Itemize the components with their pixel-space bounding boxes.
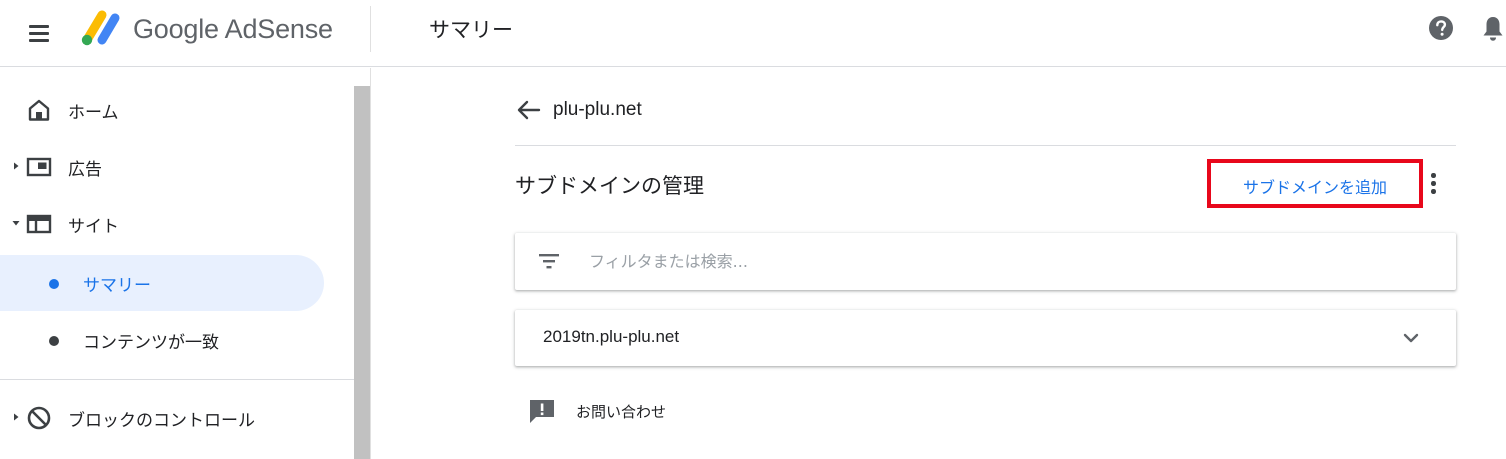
block-icon [27, 406, 51, 430]
filter-search-input[interactable] [589, 247, 1389, 275]
sidebar-item-label: サマリー [83, 276, 151, 296]
notifications-bell-icon[interactable] [1480, 14, 1506, 44]
section-title: サブドメインの管理 [515, 174, 704, 198]
sidebar-item-home[interactable]: ホーム [0, 82, 350, 138]
sidebar-scrollbar[interactable] [354, 86, 370, 459]
sidebar-item-label: ブロックのコントロール [68, 411, 255, 431]
sidebar-item-matched-content[interactable]: コンテンツが一致 [0, 312, 350, 368]
sidebar-divider [0, 379, 354, 380]
sidebar-nav: ホーム 広告 サイト サマリー コンテンツが一致 ブロックのコントロール [0, 68, 371, 459]
sidebar-item-label: ホーム [68, 103, 119, 123]
chevron-down-icon[interactable] [1399, 328, 1423, 348]
sites-icon [26, 214, 52, 234]
feedback-label: お問い合わせ [576, 403, 667, 421]
main-menu-button[interactable] [22, 20, 52, 46]
subdomain-row[interactable]: 2019tn.plu-plu.net [515, 310, 1456, 366]
adsense-logo-icon [81, 10, 120, 46]
help-icon[interactable] [1427, 14, 1455, 42]
sidebar-item-blocking-controls[interactable]: ブロックのコントロール [0, 390, 350, 446]
header-divider [370, 6, 371, 52]
feedback-link[interactable]: お問い合わせ [528, 396, 728, 426]
sidebar-item-label: サイト [68, 217, 119, 237]
home-icon [28, 99, 50, 121]
sidebar-item-label: コンテンツが一致 [83, 333, 219, 353]
add-subdomain-button[interactable]: サブドメインを追加 [1207, 159, 1423, 208]
bullet-icon [49, 336, 59, 346]
more-options-icon[interactable] [1424, 170, 1442, 196]
feedback-icon [530, 400, 554, 423]
expand-arrow-icon [14, 162, 19, 170]
product-name: Google AdSense [133, 14, 333, 44]
site-name: plu-plu.net [553, 99, 642, 120]
page-title: サマリー [429, 18, 513, 42]
sidebar-item-sites[interactable]: サイト [0, 196, 350, 252]
bullet-icon [49, 279, 59, 289]
subdomain-name: 2019tn.plu-plu.net [543, 327, 680, 346]
top-app-bar: Google AdSense サマリー [0, 0, 1506, 67]
filter-icon [539, 254, 559, 269]
sidebar-item-summary[interactable]: サマリー [0, 255, 324, 311]
sidebar-item-label: 広告 [68, 160, 102, 180]
filter-bar [515, 233, 1456, 290]
collapse-arrow-icon [12, 221, 20, 226]
sidebar-item-ads[interactable]: 広告 [0, 139, 350, 195]
expand-arrow-icon [14, 413, 19, 421]
add-subdomain-label: サブドメインを追加 [1242, 178, 1387, 197]
content-divider [515, 145, 1456, 146]
back-arrow-icon[interactable] [515, 97, 543, 123]
ads-icon [26, 157, 52, 177]
